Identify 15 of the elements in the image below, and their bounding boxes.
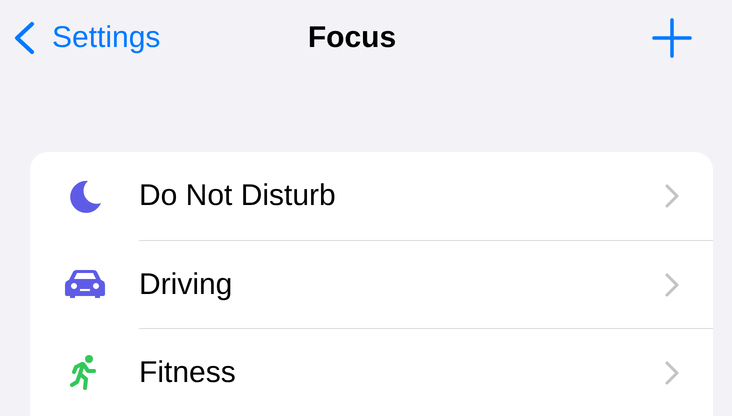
back-chevron-icon	[12, 21, 36, 55]
car-icon	[64, 269, 106, 299]
focus-row[interactable]: Do Not Disturb	[30, 152, 713, 240]
focus-label: Do Not Disturb	[139, 179, 337, 213]
add-icon[interactable]	[652, 18, 692, 58]
chevron-icon	[665, 360, 679, 384]
focus-label: Driving	[139, 268, 234, 302]
chevron-icon	[665, 272, 679, 296]
focus-row[interactable]: Fitness	[30, 328, 713, 416]
back-button[interactable]: Settings	[12, 21, 160, 55]
focus-row[interactable]: Driving	[30, 240, 713, 328]
screen-title: Focus	[308, 21, 396, 55]
focus-label: Fitness	[139, 356, 237, 390]
moon-icon	[68, 179, 102, 213]
chevron-icon	[665, 184, 679, 208]
